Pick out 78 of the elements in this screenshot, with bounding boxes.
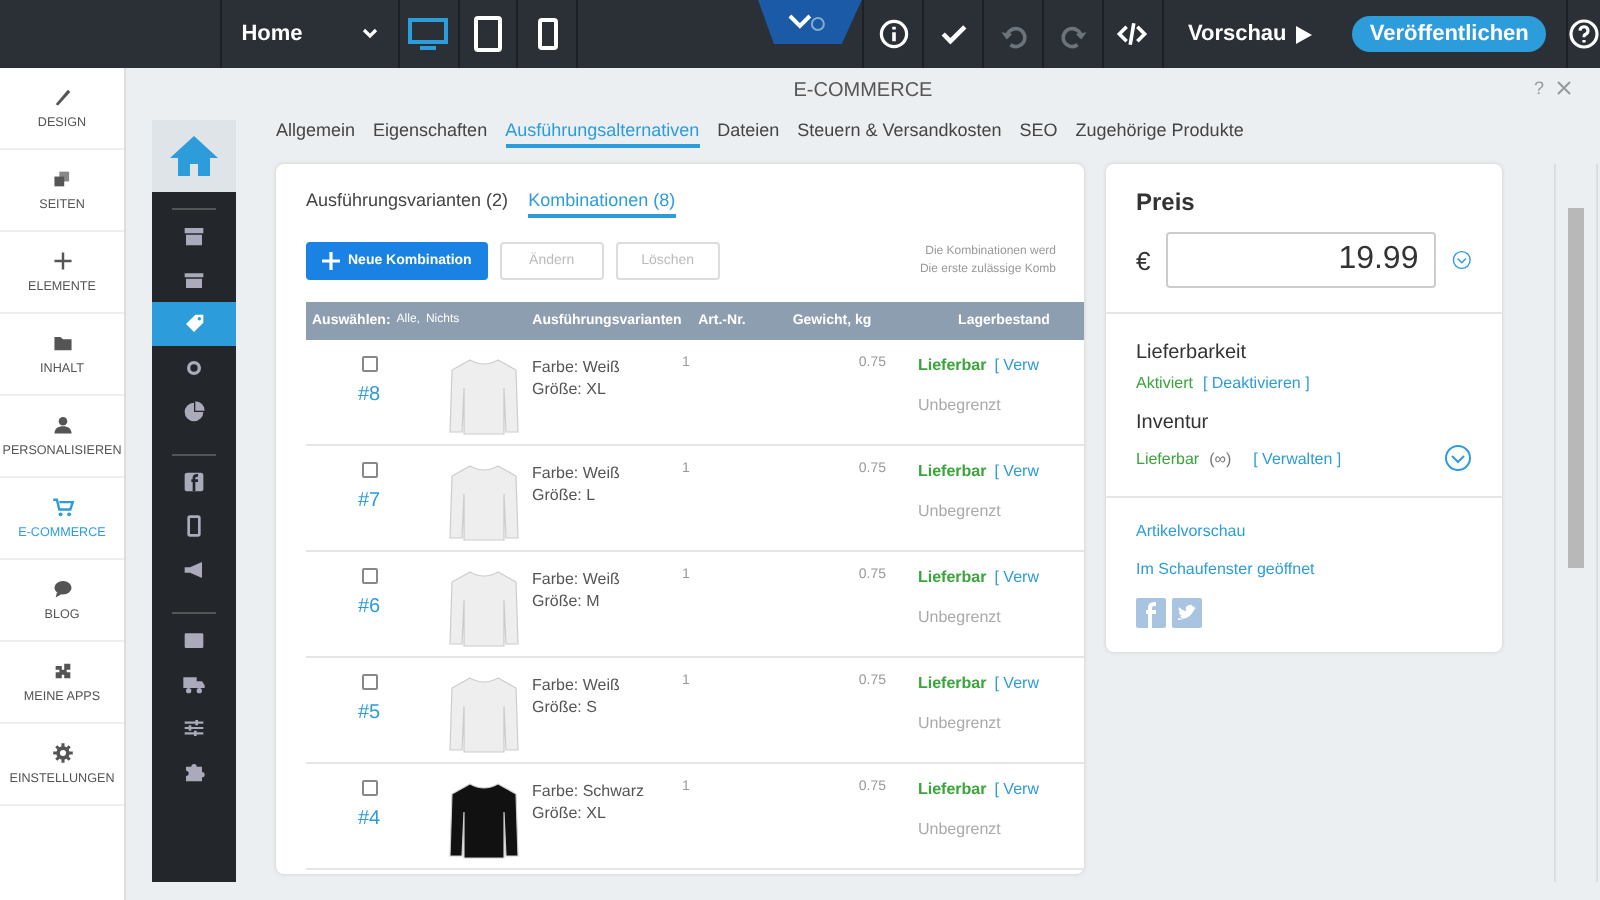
variant-text: Farbe: Schwarz — [532, 780, 647, 802]
variant-text: Größe: XL — [532, 378, 608, 400]
link[interactable]: Im Schaufenster geöffnet — [1136, 560, 1315, 578]
stock-text: Unbegrenzt — [918, 608, 1003, 626]
manage-link[interactable]: [ Verwalten ] — [1253, 449, 1342, 467]
tab[interactable]: Allgemein — [276, 120, 356, 148]
combination-link[interactable]: #6 — [357, 596, 381, 618]
help-icon[interactable] — [1568, 18, 1600, 50]
variant-text: Größe: S — [532, 696, 599, 718]
page-select[interactable]: Home — [219, 0, 400, 68]
logo-icon — [758, 0, 863, 44]
price-title: Preis — [1136, 188, 1197, 216]
tab[interactable]: Eigenschaften — [373, 120, 488, 148]
settings-icon — [51, 742, 73, 764]
variant-text: Farbe: Weiß — [532, 462, 622, 484]
row-checkbox[interactable] — [361, 356, 377, 372]
variant-text: Farbe: Weiß — [532, 356, 622, 378]
tab[interactable]: Ausführungsalternativen — [505, 120, 700, 148]
row-checkbox[interactable] — [361, 568, 377, 584]
stock-text: Unbegrenzt — [918, 396, 1003, 414]
combination-link[interactable]: #8 — [357, 384, 381, 406]
manage-link[interactable]: [ Verw — [994, 780, 1039, 798]
tab[interactable]: Steuern & Versandkosten — [797, 120, 1002, 148]
chevron-down-icon — [361, 28, 378, 40]
cart-icon — [51, 496, 73, 518]
chevron-circle-icon[interactable] — [1452, 246, 1472, 274]
plus-icon — [322, 252, 340, 270]
link[interactable]: Artikelvorschau — [1136, 522, 1246, 540]
help-link[interactable]: ? — [1533, 78, 1544, 98]
row-checkbox[interactable] — [361, 674, 377, 690]
subtab[interactable]: Ausführungsvarianten (2) — [306, 190, 509, 218]
tab[interactable]: Zugehörige Produkte — [1075, 120, 1244, 148]
publish-button[interactable]: Veröffentlichen — [1352, 16, 1547, 52]
plus-icon — [51, 250, 73, 272]
preview-button[interactable]: Vorschau — [1161, 0, 1337, 68]
tab[interactable]: SEO — [1019, 120, 1058, 148]
variant-text: Größe: M — [532, 590, 602, 612]
availability-title: Lieferbarkeit — [1136, 342, 1249, 364]
row-checkbox[interactable] — [361, 780, 377, 796]
pages-icon — [51, 168, 73, 190]
person-icon — [51, 414, 73, 436]
brush-icon — [51, 86, 73, 108]
combination-link[interactable]: #5 — [357, 702, 381, 724]
status-text: Lieferbar — [918, 674, 987, 692]
price-input[interactable]: 19.99 — [1166, 232, 1437, 288]
tag-icon[interactable] — [152, 302, 236, 346]
variant-text: Größe: L — [532, 484, 598, 506]
availability-state: Aktiviert — [1136, 374, 1193, 392]
inventory-quantity: (∞) — [1209, 449, 1232, 467]
stock-text: Unbegrenzt — [918, 820, 1003, 838]
inventory-title: Inventur — [1136, 412, 1211, 434]
play-icon — [1296, 25, 1313, 43]
deactivate-link[interactable]: [ Deaktivieren ] — [1202, 374, 1310, 392]
subtab[interactable]: Kombinationen (8) — [528, 190, 676, 218]
variant-text: Farbe: Weiß — [532, 674, 622, 696]
manage-link[interactable]: [ Verw — [994, 356, 1039, 374]
inventory-state: Lieferbar — [1136, 449, 1200, 467]
stock-text: Unbegrenzt — [918, 714, 1003, 732]
combination-link[interactable]: #4 — [357, 808, 381, 830]
speech-bubble-icon — [51, 578, 73, 600]
manage-link[interactable]: [ Verw — [994, 462, 1039, 480]
variant-text: Größe: XL — [532, 802, 608, 824]
puzzle-icon — [51, 660, 73, 682]
row-checkbox[interactable] — [361, 462, 377, 478]
status-text: Lieferbar — [918, 462, 987, 480]
currency-symbol: € — [1136, 245, 1151, 275]
tab[interactable]: Dateien — [717, 120, 780, 148]
dialog-title: E-COMMERCE — [793, 79, 933, 101]
folder-icon — [51, 332, 73, 354]
status-text: Lieferbar — [918, 780, 987, 798]
status-text: Lieferbar — [918, 568, 987, 586]
manage-link[interactable]: [ Verw — [994, 568, 1039, 586]
variant-text: Farbe: Weiß — [532, 568, 622, 590]
combination-link[interactable]: #7 — [357, 490, 381, 512]
status-text: Lieferbar — [918, 356, 987, 374]
chevron-circle-icon[interactable] — [1444, 444, 1472, 472]
manage-link[interactable]: [ Verw — [994, 674, 1039, 692]
stock-text: Unbegrenzt — [918, 502, 1003, 520]
